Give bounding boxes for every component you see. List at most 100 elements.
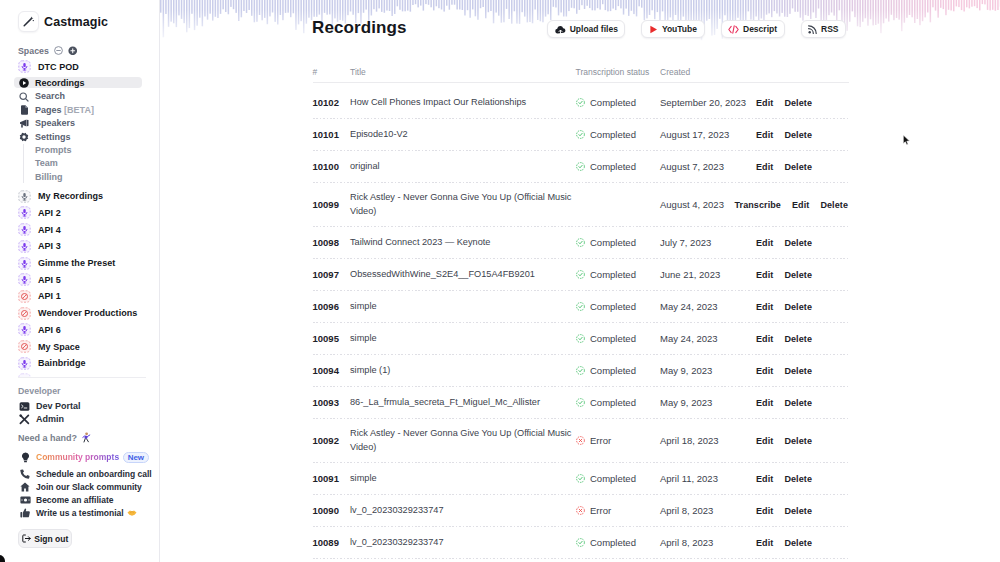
recording-title: Tailwind Connect 2023 — Keynote bbox=[350, 227, 585, 259]
row-actions: Transcribe Edit Delete bbox=[734, 183, 848, 227]
sidebar-item-admin[interactable]: Admin bbox=[0, 413, 160, 426]
edit-link[interactable]: Edit bbox=[756, 238, 773, 248]
sidebar-item-community-prompts[interactable]: Community prompts New bbox=[0, 450, 160, 464]
x-circle-icon bbox=[576, 506, 585, 515]
sidebar-item-settings[interactable]: Settings bbox=[0, 130, 160, 144]
youtube-button[interactable]: YouTube bbox=[641, 20, 704, 38]
table-row: 10099Rick Astley - Never Gonna Give You … bbox=[313, 183, 849, 227]
sidebar-space-dtc-pod[interactable]: DTC POD bbox=[0, 58, 160, 75]
sidebar-item-dev-portal[interactable]: Dev Portal bbox=[0, 400, 160, 413]
sidebar-item-prompts[interactable]: Prompts bbox=[0, 143, 160, 157]
search-icon bbox=[19, 92, 29, 102]
edit-link[interactable]: Edit bbox=[756, 302, 773, 312]
sidebar-space-gimme-the-preset[interactable]: Gimme the Preset bbox=[0, 255, 160, 272]
sidebar-item-testimonial[interactable]: Write us a testimonial bbox=[0, 506, 160, 520]
disc-red-icon bbox=[18, 307, 31, 320]
delete-link[interactable]: Delete bbox=[784, 366, 812, 376]
add-space-icon[interactable] bbox=[68, 46, 78, 56]
mic-purple-icon bbox=[18, 223, 31, 236]
rss-button[interactable]: RSS bbox=[801, 20, 846, 38]
edit-link[interactable]: Edit bbox=[756, 334, 773, 344]
sidebar-item-slack-community[interactable]: Join our Slack community bbox=[0, 480, 160, 494]
sidebar-item-recordings[interactable]: Recordings bbox=[0, 76, 160, 90]
sidebar-space-api-1[interactable]: API 1 bbox=[0, 288, 160, 305]
sidebar-space-wendover-productions[interactable]: Wendover Productions bbox=[0, 305, 160, 322]
sidebar-space-api-2[interactable]: API 2 bbox=[0, 204, 160, 221]
space-name: API 6 bbox=[38, 325, 61, 335]
created-date: April 18, 2023 bbox=[660, 419, 719, 463]
created-date: June 21, 2023 bbox=[660, 259, 720, 291]
status-label: Error bbox=[590, 435, 611, 446]
recording-id: 10101 bbox=[313, 119, 339, 151]
tools-icon bbox=[19, 414, 30, 425]
sidebar-space-my-space[interactable]: My Space bbox=[0, 338, 160, 355]
delete-link[interactable]: Delete bbox=[784, 436, 812, 446]
edit-link[interactable]: Edit bbox=[792, 200, 809, 210]
created-date: May 9, 2023 bbox=[660, 355, 712, 387]
collapse-spaces-icon[interactable] bbox=[54, 46, 63, 55]
app-title: Castmagic bbox=[44, 15, 108, 29]
recording-id: 10094 bbox=[313, 355, 339, 387]
table-row: 10090lv_0_20230329233747ErrorApril 8, 20… bbox=[313, 495, 849, 527]
row-actions: Edit Delete bbox=[756, 495, 812, 527]
row-actions: Edit Delete bbox=[756, 227, 812, 259]
sign-out-button[interactable]: Sign out bbox=[18, 529, 72, 548]
delete-link[interactable]: Delete bbox=[784, 334, 812, 344]
edit-link[interactable]: Edit bbox=[756, 506, 773, 516]
youtube-play-icon bbox=[649, 25, 658, 34]
sidebar-space-bainbridge[interactable]: Bainbridge bbox=[0, 355, 160, 372]
table-row: 10091simpleCompletedApril 11, 2023EditDe… bbox=[313, 463, 849, 495]
sidebar-space-api-4[interactable]: API 4 bbox=[0, 221, 160, 238]
edit-link[interactable]: Edit bbox=[756, 474, 773, 484]
edit-link[interactable]: Edit bbox=[756, 436, 773, 446]
check-circle-icon bbox=[576, 474, 585, 483]
sidebar-item-onboarding-call[interactable]: Schedule an onboarding call bbox=[0, 467, 160, 481]
descript-button[interactable]: Descript bbox=[721, 20, 785, 38]
sidebar-item-pages[interactable]: Pages [BETA] bbox=[0, 103, 160, 117]
transcription-status: Completed bbox=[576, 151, 636, 183]
transcribe-link[interactable]: Transcribe bbox=[734, 200, 781, 210]
sidebar-item-team[interactable]: Team bbox=[0, 156, 160, 170]
check-circle-icon bbox=[576, 270, 585, 279]
sidebar-item-billing[interactable]: Billing bbox=[0, 170, 160, 184]
sidebar-space-api-5[interactable]: API 5 bbox=[0, 271, 160, 288]
dancer-emoji bbox=[81, 432, 91, 443]
delete-link[interactable]: Delete bbox=[784, 302, 812, 312]
transcription-status: Completed bbox=[576, 355, 636, 387]
recording-id: 10091 bbox=[313, 463, 339, 495]
delete-link[interactable]: Delete bbox=[784, 130, 812, 140]
sidebar-item-label: Pages [BETA] bbox=[35, 105, 94, 115]
delete-link[interactable]: Delete bbox=[820, 200, 848, 210]
sidebar-item-speakers[interactable]: Speakers bbox=[0, 116, 160, 130]
edit-link[interactable]: Edit bbox=[756, 98, 773, 108]
sidebar-item-search[interactable]: Search bbox=[0, 89, 160, 103]
edit-link[interactable]: Edit bbox=[756, 398, 773, 408]
delete-link[interactable]: Delete bbox=[784, 270, 812, 280]
upload-files-button[interactable]: Upload files bbox=[547, 20, 625, 38]
delete-link[interactable]: Delete bbox=[784, 398, 812, 408]
disc-red-icon bbox=[18, 340, 31, 353]
recording-title: ObsessedWithWine_S2E4__FO15A4FB9201 bbox=[350, 259, 585, 291]
recording-id: 10102 bbox=[313, 87, 339, 119]
row-actions: Edit Delete bbox=[756, 259, 812, 291]
edit-link[interactable]: Edit bbox=[756, 130, 773, 140]
delete-link[interactable]: Delete bbox=[784, 238, 812, 248]
edit-link[interactable]: Edit bbox=[756, 538, 773, 548]
delete-link[interactable]: Delete bbox=[784, 162, 812, 172]
sidebar-space-api-3[interactable]: API 3 bbox=[0, 238, 160, 255]
page-title: Recordings bbox=[312, 18, 407, 38]
edit-link[interactable]: Edit bbox=[756, 162, 773, 172]
edit-link[interactable]: Edit bbox=[756, 270, 773, 280]
new-badge: New bbox=[123, 452, 148, 463]
delete-link[interactable]: Delete bbox=[784, 538, 812, 548]
castmagic-logo[interactable] bbox=[18, 11, 39, 32]
delete-link[interactable]: Delete bbox=[784, 98, 812, 108]
sidebar-space-my-recordings[interactable]: My Recordings bbox=[0, 188, 160, 205]
delete-link[interactable]: Delete bbox=[784, 506, 812, 516]
check-circle-icon bbox=[576, 238, 585, 247]
table-row: 10097ObsessedWithWine_S2E4__FO15A4FB9201… bbox=[313, 259, 849, 291]
delete-link[interactable]: Delete bbox=[784, 474, 812, 484]
lightbulb-icon bbox=[21, 452, 30, 463]
sidebar-space-api-6[interactable]: API 6 bbox=[0, 321, 160, 338]
edit-link[interactable]: Edit bbox=[756, 366, 773, 376]
